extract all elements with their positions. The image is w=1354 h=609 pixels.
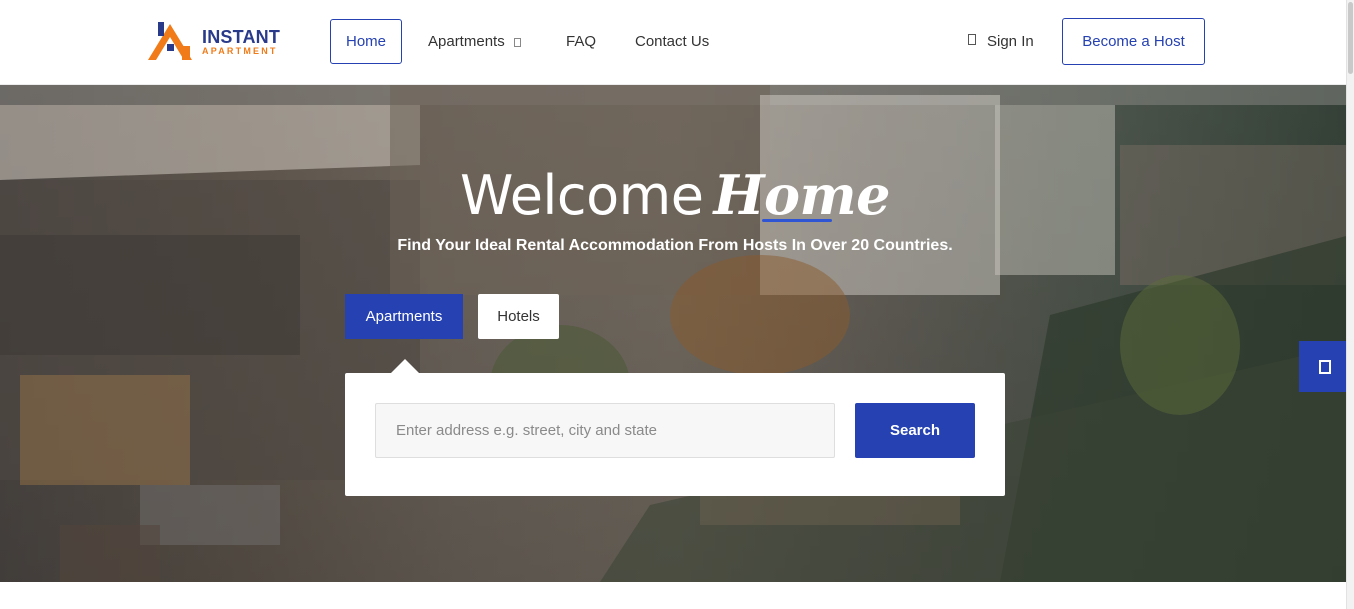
tab-hotels[interactable]: Hotels bbox=[478, 294, 559, 339]
user-icon bbox=[968, 34, 976, 45]
site-header: INSTANT APARTMENT Home Apartments FAQ Co… bbox=[0, 0, 1354, 85]
logo[interactable]: INSTANT APARTMENT bbox=[146, 20, 296, 64]
hero-tagline: Find Your Ideal Rental Accommodation Fro… bbox=[397, 237, 953, 254]
side-widget-button[interactable] bbox=[1299, 341, 1350, 392]
hero-section: Welcome Home Find Your Ideal Rental Accom… bbox=[0, 85, 1350, 582]
nav-faq-link[interactable]: FAQ bbox=[566, 19, 596, 64]
chevron-down-icon bbox=[513, 37, 521, 47]
search-button[interactable]: Search bbox=[855, 403, 975, 458]
tab-apartments[interactable]: Apartments bbox=[345, 294, 463, 339]
address-search-input[interactable] bbox=[375, 403, 835, 458]
document-icon bbox=[1318, 359, 1331, 374]
logo-sub-text: APARTMENT bbox=[202, 46, 278, 56]
search-card: Search bbox=[345, 373, 1005, 496]
nav-home-link[interactable]: Home bbox=[330, 19, 402, 64]
become-host-button[interactable]: Become a Host bbox=[1062, 18, 1205, 65]
hero-title-script: Home bbox=[713, 163, 891, 227]
sign-in-label: Sign In bbox=[987, 33, 1034, 50]
nav-apartments-label: Apartments bbox=[428, 33, 505, 50]
active-tab-pointer bbox=[391, 359, 419, 373]
title-underline bbox=[762, 219, 832, 222]
hero-title: Welcome Home bbox=[0, 163, 1350, 227]
nav-contact-link[interactable]: Contact Us bbox=[635, 19, 709, 64]
logo-text: INSTANT APARTMENT bbox=[202, 28, 280, 56]
scrollbar-thumb[interactable] bbox=[1348, 2, 1353, 74]
sign-in-link[interactable]: Sign In bbox=[968, 19, 1034, 64]
logo-main-text: INSTANT bbox=[202, 27, 281, 47]
hero-background-image bbox=[0, 85, 1350, 582]
nav-apartments-link[interactable]: Apartments bbox=[428, 19, 521, 64]
house-logo-icon bbox=[148, 22, 192, 60]
page-scrollbar[interactable] bbox=[1346, 0, 1354, 609]
hero-title-text: Welcome bbox=[459, 164, 704, 227]
page: INSTANT APARTMENT Home Apartments FAQ Co… bbox=[0, 0, 1354, 609]
